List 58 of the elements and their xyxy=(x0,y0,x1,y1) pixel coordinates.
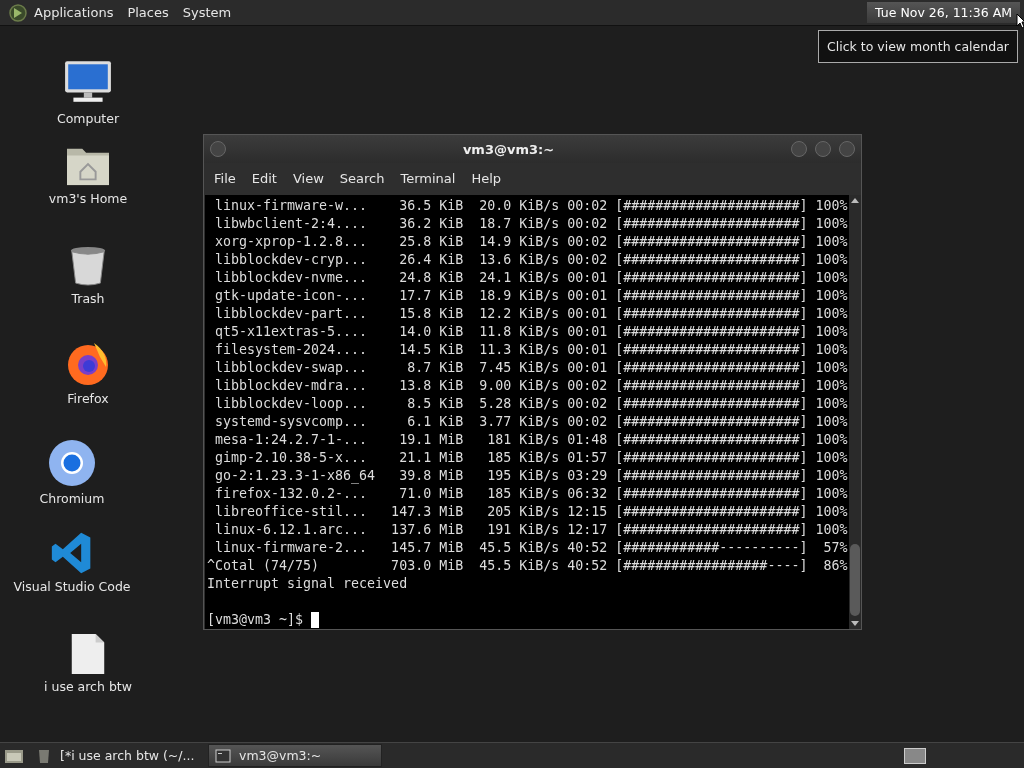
terminal-line: Interrupt signal received xyxy=(207,575,408,593)
desktop-icon-label[interactable]: Firefox xyxy=(67,391,109,406)
menu-item[interactable]: Search xyxy=(333,170,395,186)
shell-prompt: [vm3@vm3 ~]$ xyxy=(207,611,305,629)
terminal-line: libblockdev-loop... 8.5 KiB 5.28 KiB/s 00:02 [######################] 100% xyxy=(214,395,848,413)
terminal-line: libblockdev-nvme... 24.8 KiB 24.1 KiB/s 00:01 [######################] 100% xyxy=(214,269,848,287)
scrollbar[interactable] xyxy=(849,195,861,629)
terminal-line: libblockdev-swap... 8.7 KiB 7.45 KiB/s 00:01 [######################] 100% xyxy=(214,359,848,377)
panel-menu[interactable]: System xyxy=(182,5,232,20)
terminal-line: linux-firmware-2... 145.7 MiB 45.5 KiB/s 40:52 [############----------] 57% xyxy=(214,539,848,557)
terminal-line: ^Cotal (74/75) 703.0 MiB 45.5 KiB/s 40:52 [##################----] 86% xyxy=(207,557,848,575)
terminal-line: libreoffice-stil... 147.3 MiB 205 KiB/s 12:15 [######################] 100% xyxy=(214,503,848,521)
desktop-icon-label[interactable]: Trash xyxy=(71,291,105,306)
terminal-line: libblockdev-part... 15.8 KiB 12.2 KiB/s 00:01 [######################] 100% xyxy=(214,305,848,323)
show-desktop-icon[interactable] xyxy=(4,747,24,764)
tooltip: Click to view month calendar xyxy=(818,30,1018,63)
taskbar-item[interactable]: vm3@vm3:~ xyxy=(208,744,382,767)
menu-item[interactable]: View xyxy=(286,170,334,186)
trash-icon[interactable] xyxy=(69,245,107,287)
terminal-icon xyxy=(215,747,231,764)
desktop-icon-label[interactable]: Computer xyxy=(56,111,120,126)
menu-item[interactable]: File xyxy=(208,170,246,186)
notepad-icon xyxy=(36,747,52,764)
chromium-icon[interactable] xyxy=(48,439,96,487)
scroll-up-icon[interactable] xyxy=(851,198,859,203)
mouse-pointer-icon xyxy=(1016,13,1024,29)
terminal-line: go-2:1.23.3-1-x86_64 39.8 MiB 195 KiB/s 03:29 [######################] 100% xyxy=(214,467,848,485)
desktop-icon-label[interactable]: i use arch btw xyxy=(44,679,132,694)
terminal-line: xorg-xprop-1.2.8... 25.8 KiB 14.9 KiB/s 00:02 [######################] 100% xyxy=(214,233,848,251)
desktop-icon-label[interactable]: Chromium xyxy=(39,491,105,506)
window-title: vm3@vm3:~ xyxy=(461,141,556,157)
file-icon[interactable] xyxy=(70,633,106,675)
scroll-down-icon[interactable] xyxy=(851,621,859,626)
desktop-icon-label[interactable]: Visual Studio Code xyxy=(13,579,131,594)
terminal-line: firefox-132.0.2-... 71.0 MiB 185 KiB/s 06:32 [######################] 100% xyxy=(214,485,848,503)
terminal-line: mesa-1:24.2.7-1-... 19.1 MiB 181 KiB/s 01:48 [######################] 100% xyxy=(214,431,848,449)
terminal-line: linux-6.12.1.arc... 137.6 MiB 191 KiB/s 12:17 [######################] 100% xyxy=(214,521,848,539)
terminal-line: libblockdev-mdra... 13.8 KiB 9.00 KiB/s 00:02 [######################] 100% xyxy=(214,377,848,395)
taskbar-item[interactable]: [*i use arch btw (~/... xyxy=(30,745,202,766)
panel-menu[interactable]: Applications xyxy=(34,5,114,20)
terminal-line: systemd-sysvcomp... 6.1 KiB 3.77 KiB/s 00:02 [######################] 100% xyxy=(214,413,848,431)
terminal-line: libblockdev-cryp... 26.4 KiB 13.6 KiB/s 00:02 [######################] 100% xyxy=(214,251,848,269)
menu-item[interactable]: Edit xyxy=(245,170,287,186)
clock[interactable]: Tue Nov 26, 11:36 AM xyxy=(867,2,1020,23)
menu-item[interactable]: Terminal xyxy=(394,170,466,186)
terminal-line: gtk-update-icon-... 17.7 KiB 18.9 KiB/s 00:01 [######################] 100% xyxy=(214,287,848,305)
terminal-line: filesystem-2024.... 14.5 KiB 11.3 KiB/s 00:01 [######################] 100% xyxy=(214,341,848,359)
terminal-line: libwbclient-2:4.... 36.2 KiB 18.7 KiB/s 00:02 [######################] 100% xyxy=(214,215,848,233)
terminal-line: gimp-2.10.38-5-x... 21.1 MiB 185 KiB/s 01:57 [######################] 100% xyxy=(214,449,848,467)
scroll-thumb[interactable] xyxy=(850,544,860,616)
terminal-line: qt5-x11extras-5.... 14.0 KiB 11.8 KiB/s 00:01 [######################] 100% xyxy=(214,323,848,341)
menu-item[interactable]: Help xyxy=(465,170,512,186)
panel-menu[interactable]: Places xyxy=(127,5,169,20)
terminal-line: linux-firmware-w... 36.5 KiB 20.0 KiB/s 00:02 [######################] 100% xyxy=(214,197,848,215)
text-cursor xyxy=(311,612,320,628)
desktop-icon-label[interactable]: vm3's Home xyxy=(48,191,128,206)
workspace-switcher[interactable] xyxy=(904,747,926,764)
menu-logo-icon[interactable] xyxy=(8,2,28,23)
